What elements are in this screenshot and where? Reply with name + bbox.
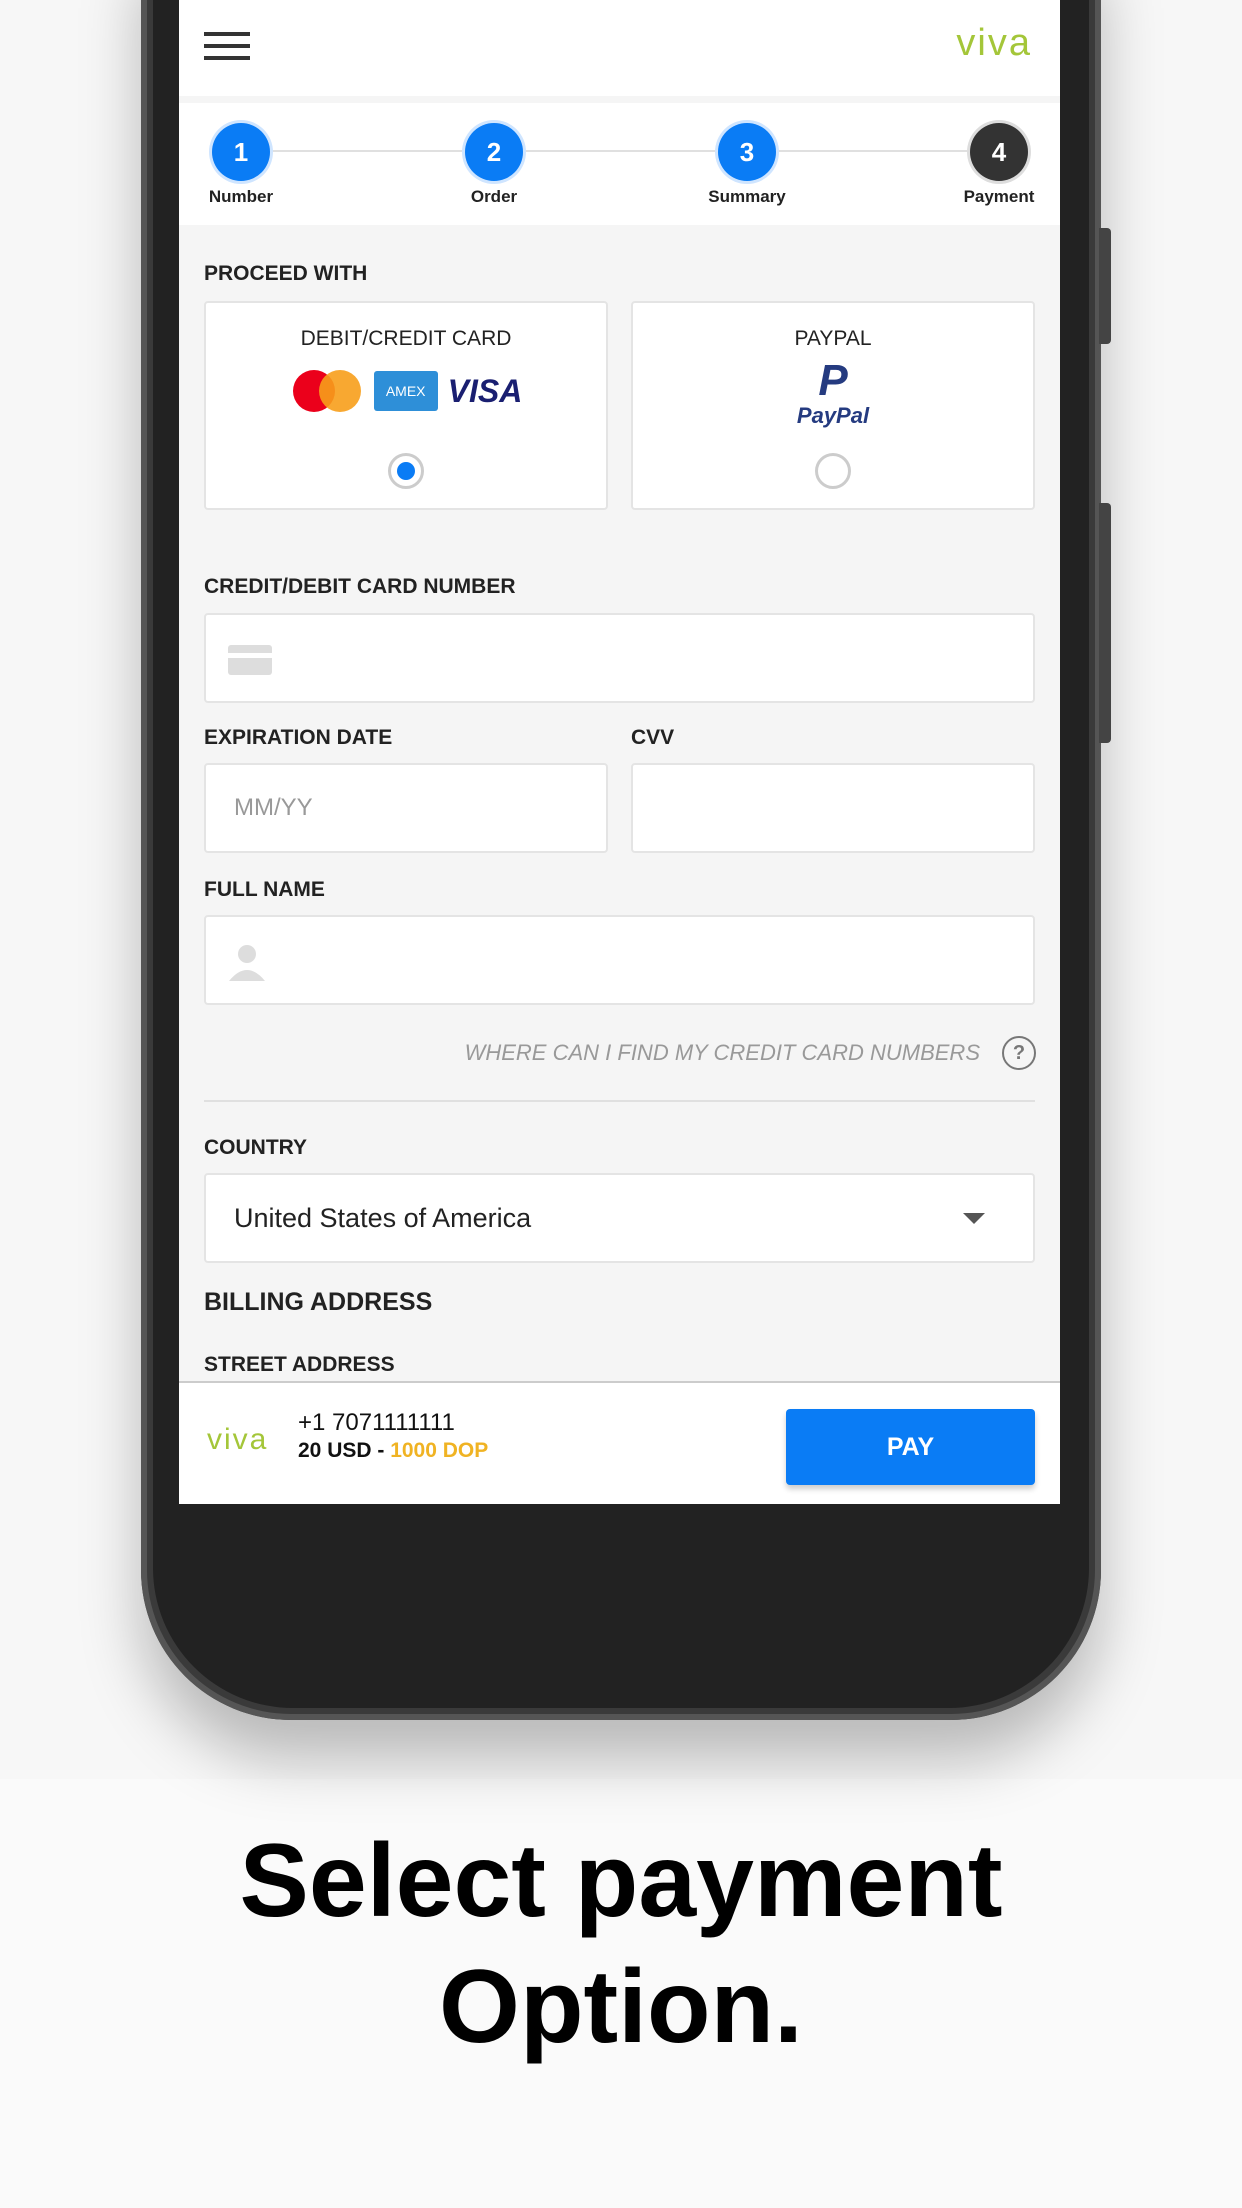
country-value: United States of America — [234, 1203, 532, 1233]
card-number-input[interactable] — [204, 613, 1035, 703]
viva-logo: viva — [956, 22, 1032, 64]
full-name-input[interactable] — [204, 915, 1035, 1005]
app-header: viva — [179, 0, 1060, 96]
country-select[interactable]: United States of America — [204, 1173, 1035, 1263]
paypal-option-label: PAYPAL — [794, 327, 872, 350]
phone-number: +1 7071111111 — [298, 1409, 455, 1436]
step-number: 1 Number — [181, 123, 301, 207]
mastercard-logo — [292, 370, 361, 412]
step-order: 2 Order — [434, 123, 554, 207]
billing-address-heading: BILLING ADDRESS — [204, 1288, 433, 1316]
caption-line-1: Select payment — [239, 1823, 1003, 1939]
country-label: COUNTRY — [204, 1136, 308, 1159]
card-numbers-help-link[interactable]: WHERE CAN I FIND MY CREDIT CARD NUMBERS — [465, 1040, 980, 1066]
app-screen: viva 1 Number 2 Order 3 Summary 4 Payment PR… — [179, 0, 1060, 1504]
pay-button[interactable]: PAY — [786, 1409, 1035, 1485]
visa-logo: VISA — [447, 372, 523, 409]
expiration-label: EXPIRATION DATE — [204, 726, 393, 749]
progress-stepper: 1 Number 2 Order 3 Summary 4 Payment — [179, 103, 1060, 225]
expiration-input[interactable]: MM/YY — [204, 763, 608, 853]
person-icon — [229, 945, 265, 981]
chevron-down-icon — [963, 1213, 985, 1224]
cvv-input[interactable] — [631, 763, 1035, 853]
help-icon[interactable]: ? — [1002, 1036, 1036, 1070]
footer-bar: viva +1 7071111111 20 USD - 1000 DOP PAY — [179, 1381, 1060, 1504]
step-summary: 3 Summary — [687, 123, 807, 207]
card-option-label: DEBIT/CREDIT CARD — [300, 327, 512, 350]
paypal-logo: PayPal — [796, 403, 870, 428]
card-number-label: CREDIT/DEBIT CARD NUMBER — [204, 575, 516, 598]
viva-logo: viva — [207, 1423, 269, 1456]
divider — [204, 1100, 1035, 1102]
cvv-label: CVV — [631, 726, 675, 749]
paypal-option[interactable]: PAYPAL P PayPal — [631, 301, 1035, 510]
credit-card-icon — [228, 645, 272, 675]
paypal-p-icon: P — [818, 356, 848, 405]
card-radio[interactable] — [388, 453, 424, 489]
proceed-with-label: PROCEED WITH — [204, 262, 368, 285]
full-name-label: FULL NAME — [204, 878, 325, 901]
phone-side-button — [1099, 228, 1111, 344]
paypal-radio[interactable] — [815, 453, 851, 489]
step-payment: 4 Payment — [939, 123, 1059, 207]
street-address-label: STREET ADDRESS — [204, 1353, 395, 1376]
card-option[interactable]: DEBIT/CREDIT CARD AMEX VISA — [204, 301, 608, 510]
amex-logo: AMEX — [373, 371, 438, 411]
amount-summary: 20 USD - 1000 DOP — [298, 1439, 489, 1462]
local-amount: 1000 DOP — [390, 1439, 489, 1462]
phone-side-button — [1099, 503, 1111, 743]
hamburger-icon[interactable] — [204, 32, 250, 60]
caption-line-2: Option. — [439, 1949, 803, 2065]
